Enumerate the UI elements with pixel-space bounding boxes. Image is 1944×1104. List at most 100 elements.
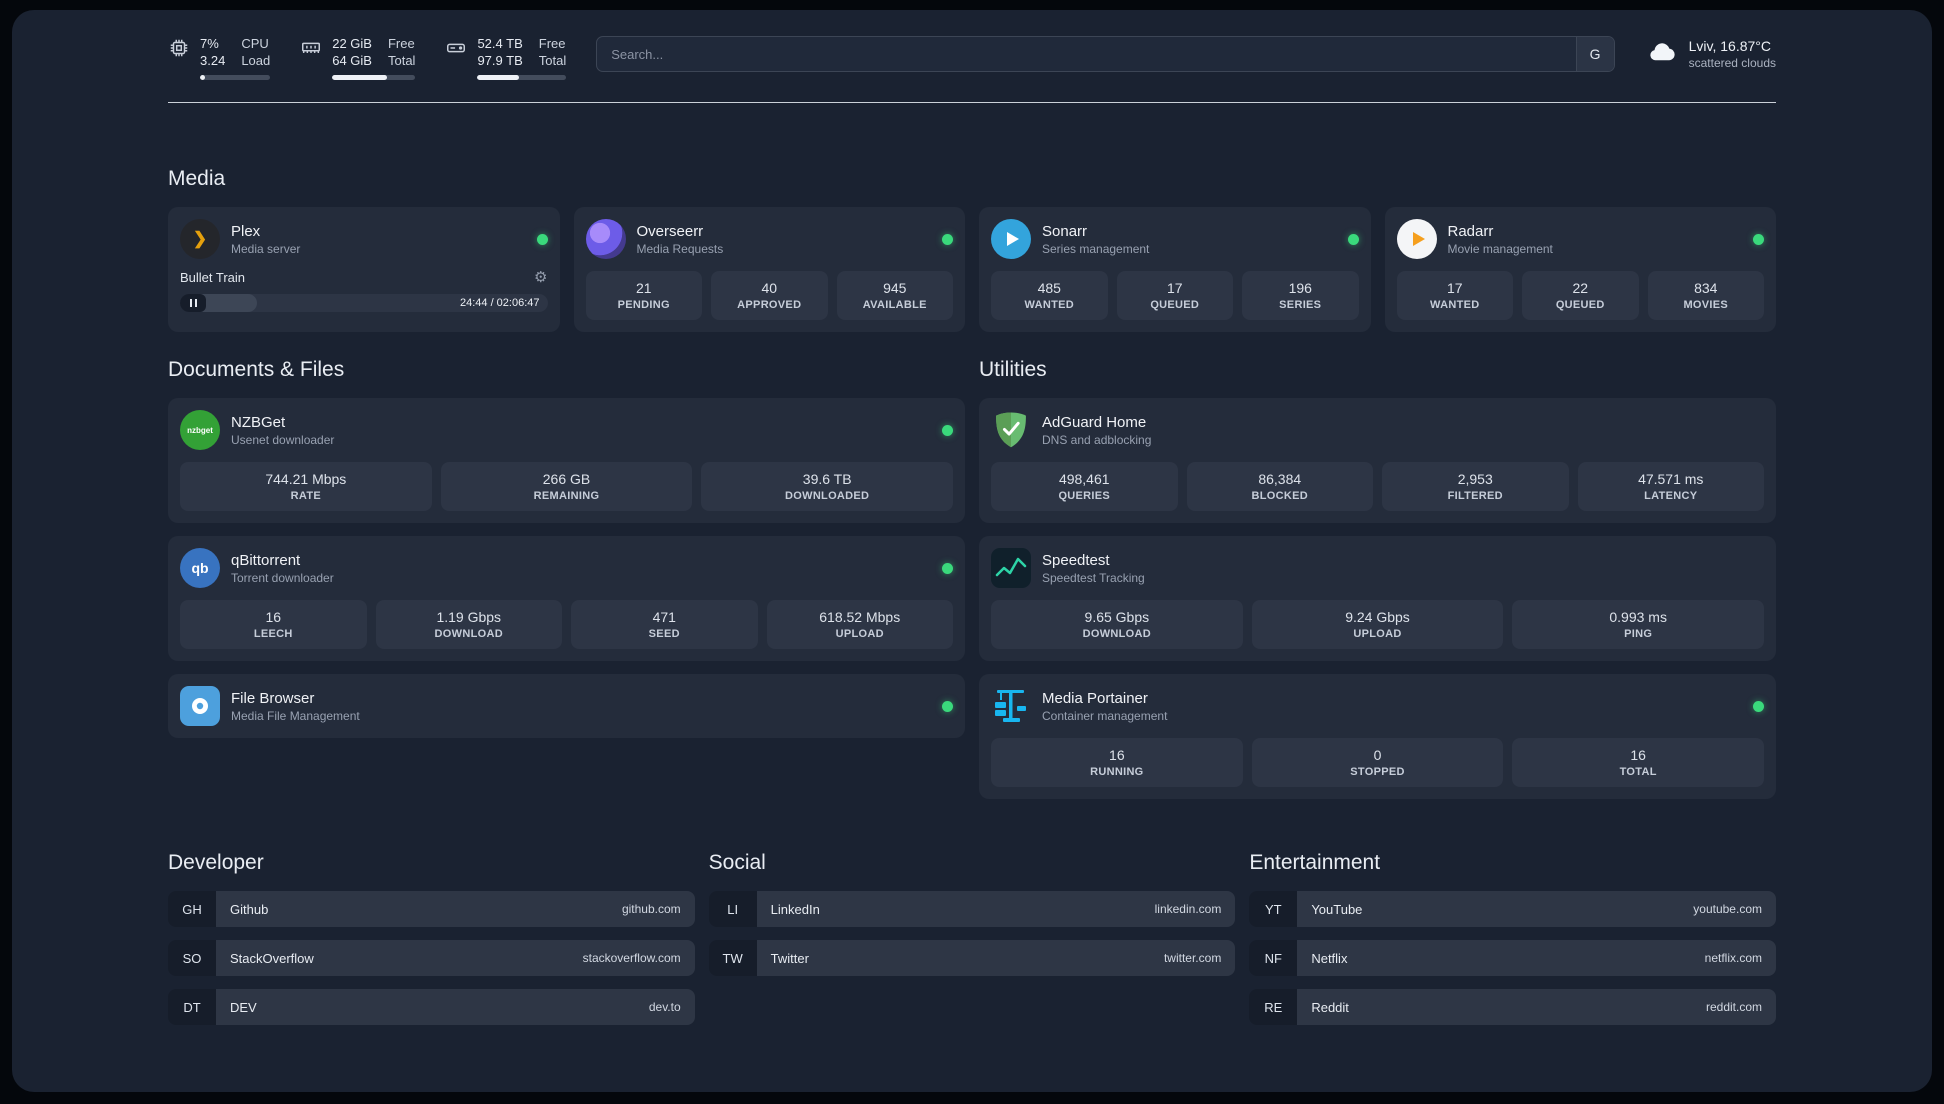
stat-label: TOTAL [1619, 766, 1657, 778]
stat-label: MOVIES [1683, 299, 1729, 311]
app-card-plex[interactable]: Plex Media server Bullet Train 24:44 / 0… [168, 207, 560, 332]
status-dot-online [942, 700, 953, 712]
storage-usage-bar [477, 75, 567, 80]
cpu-usage-percent: 7% [200, 36, 219, 51]
storage-total-value: 97.9 TB [477, 53, 523, 68]
bookmark-name: Github [230, 901, 269, 917]
weather-text: Lviv, 16.87°C scattered clouds [1689, 37, 1776, 71]
stat-tile: 40 APPROVED [711, 271, 828, 320]
bookmark-url: netflix.com [1704, 951, 1762, 965]
bookmark-stackoverflow[interactable]: SO StackOverflow stackoverflow.com [168, 940, 695, 976]
player-settings-gear-icon[interactable] [534, 270, 547, 285]
bookmark-url: reddit.com [1705, 1000, 1762, 1014]
speedtest-card-header: Speedtest Speedtest Tracking [991, 548, 1764, 588]
entertainment-bookmarks: YT YouTube youtube.com NF Netflix netfli… [1249, 891, 1776, 1025]
section-media: Media Plex Media server Bullet Train [168, 167, 1776, 332]
sonarr-titles: Sonarr Series management [1042, 222, 1149, 257]
bookmark-name: YouTube [1311, 901, 1363, 917]
bookmark-abbr: SO [168, 940, 216, 976]
stat-tile: 16 LEECH [180, 600, 367, 649]
bookmark-github[interactable]: GH Github github.com [168, 891, 695, 927]
bookmark-abbr: RE [1249, 989, 1298, 1025]
topbar: 7% 3.24 CPU Load 22 GiB 64 GiB Free Tota… [168, 36, 1776, 80]
app-card-qbittorrent[interactable]: qb qBittorrent Torrent downloader 16 LEE… [168, 536, 965, 661]
search-engine-button[interactable]: G [1575, 37, 1614, 71]
stat-tile: 2,953 FILTERED [1382, 462, 1569, 511]
memory-total-value: 64 GiB [332, 53, 372, 68]
stat-value: 945 [883, 280, 907, 296]
section-title-developer: Developer [168, 851, 264, 874]
section-title-media: Media [168, 167, 226, 190]
storage-metric-body: 52.4 TB 97.9 TB Free Total [477, 36, 567, 80]
dashboard-content: 7% 3.24 CPU Load 22 GiB 64 GiB Free Tota… [12, 10, 1932, 1092]
section-entertainment: Entertainment YT YouTube youtube.com NF … [1249, 851, 1776, 1025]
memory-labels-column: Free Total [388, 36, 415, 69]
app-name: Radarr [1447, 222, 1494, 240]
bookmark-url: youtube.com [1693, 902, 1762, 916]
app-card-radarr[interactable]: Radarr Movie management 17 WANTED 22 QUE… [1384, 207, 1776, 332]
app-card-sonarr[interactable]: Sonarr Series management 485 WANTED 17 Q… [979, 207, 1371, 332]
app-card-portainer[interactable]: Media Portainer Container management 16 … [979, 674, 1776, 799]
bookmark-abbr: TW [708, 940, 757, 976]
bookmark-url: dev.to [648, 1000, 681, 1014]
stat-value: 266 GB [542, 471, 591, 487]
search-input[interactable] [597, 37, 1576, 71]
stat-tile: 0 STOPPED [1251, 738, 1504, 787]
stat-value: 16 [1109, 747, 1125, 763]
bookmark-bar: Github github.com [216, 891, 695, 927]
stat-tile: 21 PENDING [585, 271, 702, 320]
bookmark-dev[interactable]: DT DEV dev.to [168, 989, 695, 1025]
status-dot-online [942, 562, 953, 574]
app-card-filebrowser[interactable]: File Browser Media File Management [168, 674, 965, 738]
stat-value: 834 [1694, 280, 1718, 296]
plex-icon [180, 219, 220, 259]
bookmark-reddit[interactable]: RE Reddit reddit.com [1249, 989, 1776, 1025]
bookmark-twitter[interactable]: TW Twitter twitter.com [708, 940, 1236, 976]
speedtest-titles: Speedtest Speedtest Tracking [1042, 551, 1145, 586]
bookmark-linkedin[interactable]: LI LinkedIn linkedin.com [708, 891, 1236, 927]
radarr-icon [1396, 219, 1437, 259]
stat-tile: 17 QUEUED [1116, 271, 1233, 320]
app-desc: Usenet downloader [231, 432, 335, 447]
app-name: Media Portainer [1042, 689, 1148, 707]
stat-value: 47.571 ms [1638, 471, 1704, 487]
app-card-overseerr[interactable]: Overseerr Media Requests 21 PENDING 40 A… [573, 207, 965, 332]
storage-metric: 52.4 TB 97.9 TB Free Total [445, 36, 567, 80]
stat-value: 16 [265, 609, 282, 625]
pause-button[interactable] [180, 294, 206, 312]
playback-progress-bar[interactable]: 24:44 / 02:06:47 [180, 294, 548, 312]
stat-tile: 47.571 ms LATENCY [1577, 462, 1764, 511]
memory-metric-values: 22 GiB 64 GiB Free Total [332, 36, 415, 69]
stat-value: 22 [1572, 280, 1589, 296]
stat-label: DOWNLOADED [785, 490, 870, 502]
nzbget-card-header: nzbget NZBGet Usenet downloader [180, 410, 953, 450]
bookmark-bar: YouTube youtube.com [1297, 891, 1776, 927]
bookmark-abbr: LI [708, 891, 757, 927]
stat-tile: 266 GB REMAINING [440, 462, 693, 511]
bookmark-youtube[interactable]: YT YouTube youtube.com [1249, 891, 1776, 927]
stat-tile: 0.993 ms PING [1512, 600, 1765, 649]
stat-label: WANTED [1024, 299, 1074, 311]
bookmark-netflix[interactable]: NF Netflix netflix.com [1249, 940, 1776, 976]
section-title-documents: Documents & Files [168, 358, 345, 381]
bookmark-name: StackOverflow [230, 950, 314, 966]
section-utilities: Utilities AdGuard Home DNS and adblockin… [979, 358, 1776, 799]
app-desc: DNS and adblocking [1042, 432, 1152, 447]
cpu-metric-values: 7% 3.24 CPU Load [200, 36, 270, 69]
portainer-titles: Media Portainer Container management [1042, 689, 1167, 724]
overseerr-card-header: Overseerr Media Requests [585, 219, 953, 259]
filebrowser-titles: File Browser Media File Management [231, 689, 360, 724]
app-card-speedtest[interactable]: Speedtest Speedtest Tracking 9.65 Gbps D… [979, 536, 1776, 661]
qbittorrent-icon: qb [180, 548, 220, 588]
cpu-metric: 7% 3.24 CPU Load [168, 36, 271, 80]
storage-total-label: Total [538, 53, 567, 68]
stat-tile: 945 AVAILABLE [836, 271, 953, 320]
app-desc: Series management [1042, 241, 1150, 256]
adguard-shield-icon [991, 410, 1031, 450]
app-card-nzbget[interactable]: nzbget NZBGet Usenet downloader 744.21 M… [168, 398, 965, 523]
sonarr-stats-row: 485 WANTED 17 QUEUED 196 SERIES [991, 271, 1359, 320]
app-card-adguard[interactable]: AdGuard Home DNS and adblocking 498,461 … [979, 398, 1776, 523]
stat-value: 485 [1037, 280, 1061, 296]
memory-total-label: Total [387, 53, 416, 68]
app-desc: Media Requests [636, 241, 724, 256]
